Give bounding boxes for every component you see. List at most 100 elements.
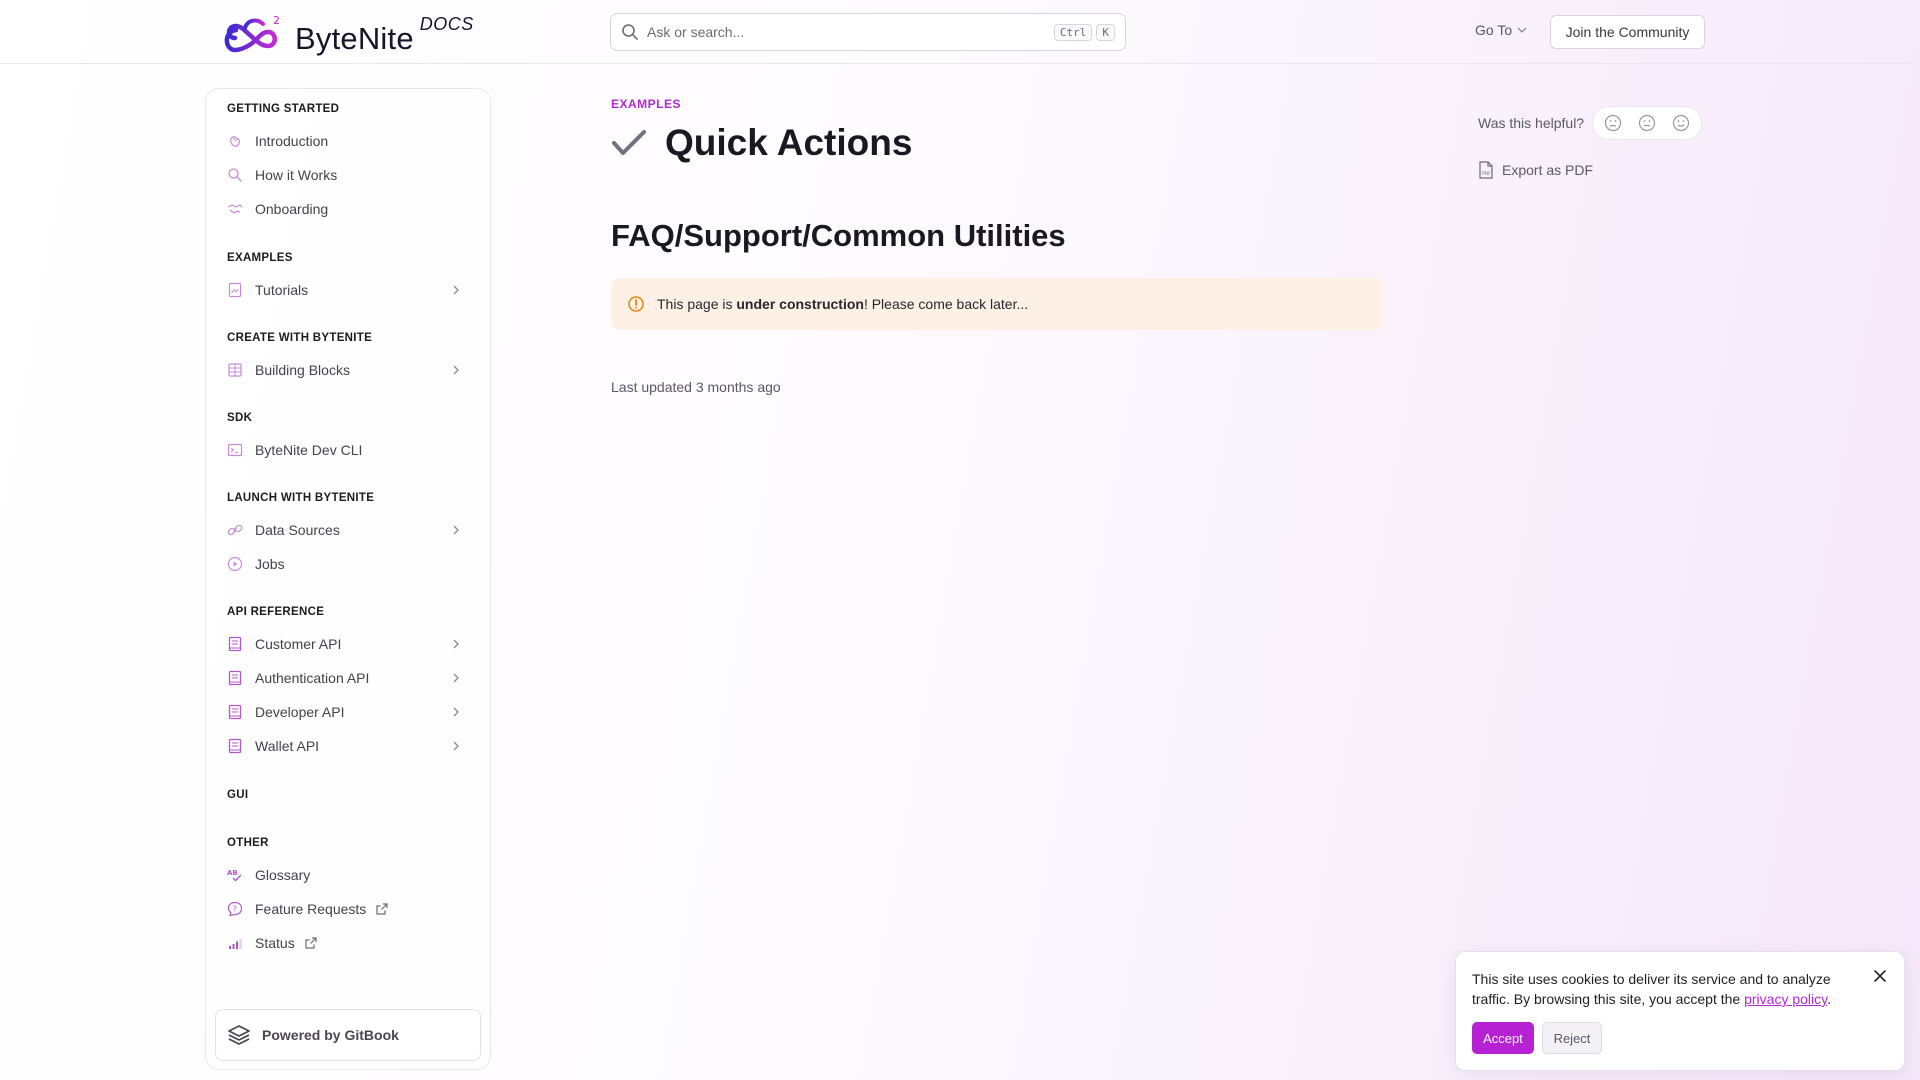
sidebar-item-label: Building Blocks: [255, 362, 350, 378]
chevron-right-icon: [453, 525, 459, 535]
sidebar-item-customer-api[interactable]: Customer API: [227, 629, 471, 659]
brand-name: ByteNite: [295, 21, 414, 56]
breadcrumb[interactable]: EXAMPLES: [611, 97, 681, 111]
happy-face-icon: [1672, 114, 1690, 132]
chevron-right-icon: [453, 365, 459, 375]
sidebar-section-other: OTHER: [227, 837, 269, 849]
chevron-right-icon: [453, 673, 459, 683]
sidebar-item-label: Data Sources: [255, 522, 340, 538]
sidebar-item-label: Tutorials: [255, 282, 309, 298]
sidebar-item-label: Customer API: [255, 636, 342, 652]
chevron-right-icon: [453, 639, 459, 649]
sidebar-item-onboarding[interactable]: Onboarding: [227, 194, 471, 224]
chevron-right-icon: [453, 741, 459, 751]
sidebar-item-status[interactable]: Status: [227, 928, 471, 958]
brand-suffix: DOCS: [419, 14, 474, 34]
sidebar-section-getting-started: GETTING STARTED: [227, 103, 340, 115]
message-question-icon: ?: [227, 901, 243, 917]
join-community-button[interactable]: Join the Community: [1550, 15, 1705, 49]
play-circle-icon: [227, 556, 243, 572]
privacy-policy-link[interactable]: privacy policy: [1744, 991, 1827, 1007]
top-header: 2 ByteNite DOCS Ask or search... Ctrl K …: [0, 0, 1920, 64]
sad-face-button[interactable]: [1601, 111, 1625, 135]
helpful-label: Was this helpful?: [1478, 115, 1585, 131]
export-label: Export as PDF: [1502, 162, 1594, 178]
sidebar-item-data-sources[interactable]: Data Sources: [227, 515, 471, 545]
notice-bold: under construction: [736, 296, 864, 312]
sidebar-item-label: Glossary: [255, 867, 311, 883]
sidebar-item-authentication-api[interactable]: Authentication API: [227, 663, 471, 693]
powered-by-gitbook-link[interactable]: Powered by GitBook: [215, 1009, 481, 1061]
terminal-icon: [227, 443, 243, 457]
sidebar-item-glossary[interactable]: AB Glossary: [227, 860, 471, 890]
handshake-icon: [227, 204, 243, 214]
sidebar-item-wallet-api[interactable]: Wallet API: [227, 731, 471, 761]
spellcheck-icon: AB: [227, 869, 242, 882]
link-icon: [227, 524, 243, 536]
powered-by-label: Powered by GitBook: [262, 1027, 399, 1043]
page-title-row: Quick Actions: [611, 122, 912, 164]
export-pdf-link[interactable]: PDF Export as PDF: [1478, 161, 1593, 179]
happy-face-button[interactable]: [1669, 111, 1693, 135]
bytenite-logo[interactable]: 2 ByteNite DOCS: [223, 10, 474, 56]
chevron-down-icon: [1517, 27, 1527, 33]
sidebar-section-api-reference: API REFERENCE: [227, 606, 325, 618]
sidebar-item-label: Feature Requests: [255, 901, 367, 917]
notice-text: This page is under construction! Please …: [657, 296, 1028, 312]
sidebar-item-dev-cli[interactable]: ByteNite Dev CLI: [227, 435, 471, 465]
checkmark-icon: [612, 130, 646, 155]
shortcut-key-ctrl: Ctrl: [1053, 23, 1093, 41]
construction-notice: This page is under construction! Please …: [611, 278, 1383, 330]
sidebar-item-label: How it Works: [255, 167, 338, 183]
sidebar-section-examples: EXAMPLES: [227, 252, 293, 264]
sidebar-item-label: Introduction: [255, 133, 329, 149]
blocks-icon: [228, 363, 242, 377]
notice-post: ! Please come back later...: [863, 296, 1029, 312]
sidebar-item-how-it-works[interactable]: How it Works: [227, 160, 471, 190]
magnifier-icon: [228, 168, 242, 182]
external-link-icon: [376, 903, 388, 915]
last-updated: Last updated 3 months ago: [611, 379, 781, 395]
reject-cookies-button[interactable]: Reject: [1542, 1022, 1602, 1054]
logo-superscript: 2: [273, 14, 280, 27]
sidebar-section-gui[interactable]: GUI: [227, 789, 248, 801]
search-placeholder: Ask or search...: [647, 24, 745, 40]
sidebar-section-launch: LAUNCH WITH BYTENITE: [227, 492, 375, 504]
hand-wave-icon: [230, 136, 240, 147]
warning-circle-icon: [628, 296, 644, 312]
book-icon: [228, 670, 242, 686]
sidebar-item-building-blocks[interactable]: Building Blocks: [227, 355, 471, 385]
sidebar-item-label: Jobs: [255, 556, 285, 572]
goto-dropdown[interactable]: Go To: [1475, 22, 1528, 38]
signal-bars-icon: [229, 939, 242, 949]
cookie-text: This site uses cookies to deliver its se…: [1472, 969, 1862, 1009]
book-icon: [228, 704, 242, 720]
sidebar-item-label: Wallet API: [255, 738, 320, 754]
sidebar-item-tutorials[interactable]: Tutorials: [227, 275, 471, 305]
notice-pre: This page is: [657, 296, 737, 312]
accept-cookies-button[interactable]: Accept: [1472, 1022, 1534, 1054]
close-icon[interactable]: [1872, 968, 1888, 984]
gitbook-icon: [228, 1025, 250, 1045]
chevron-right-icon: [453, 707, 459, 717]
sidebar-item-label: Authentication API: [255, 670, 370, 686]
sidebar: GETTING STARTED Introduction How it Work…: [205, 88, 491, 1070]
svg-text:AB: AB: [227, 869, 238, 877]
search-input[interactable]: Ask or search... Ctrl K: [610, 13, 1126, 51]
sidebar-item-feature-requests[interactable]: ? Feature Requests: [227, 894, 471, 924]
sidebar-item-jobs[interactable]: Jobs: [227, 549, 471, 579]
sidebar-item-label: Status: [255, 935, 295, 951]
feedback-faces: [1592, 106, 1703, 140]
cookie-text-post: .: [1827, 991, 1831, 1007]
book-image-icon: [228, 282, 242, 298]
bytenite-logo-mark-icon: 2: [224, 14, 280, 53]
shortcut-key-k: K: [1096, 23, 1115, 41]
sidebar-item-introduction[interactable]: Introduction: [227, 126, 471, 156]
neutral-face-button[interactable]: [1635, 111, 1659, 135]
pdf-file-icon: PDF: [1479, 161, 1493, 179]
sidebar-item-developer-api[interactable]: Developer API: [227, 697, 471, 727]
neutral-face-icon: [1638, 114, 1656, 132]
book-icon: [228, 636, 242, 652]
sad-face-icon: [1604, 114, 1622, 132]
external-link-icon: [305, 937, 317, 949]
